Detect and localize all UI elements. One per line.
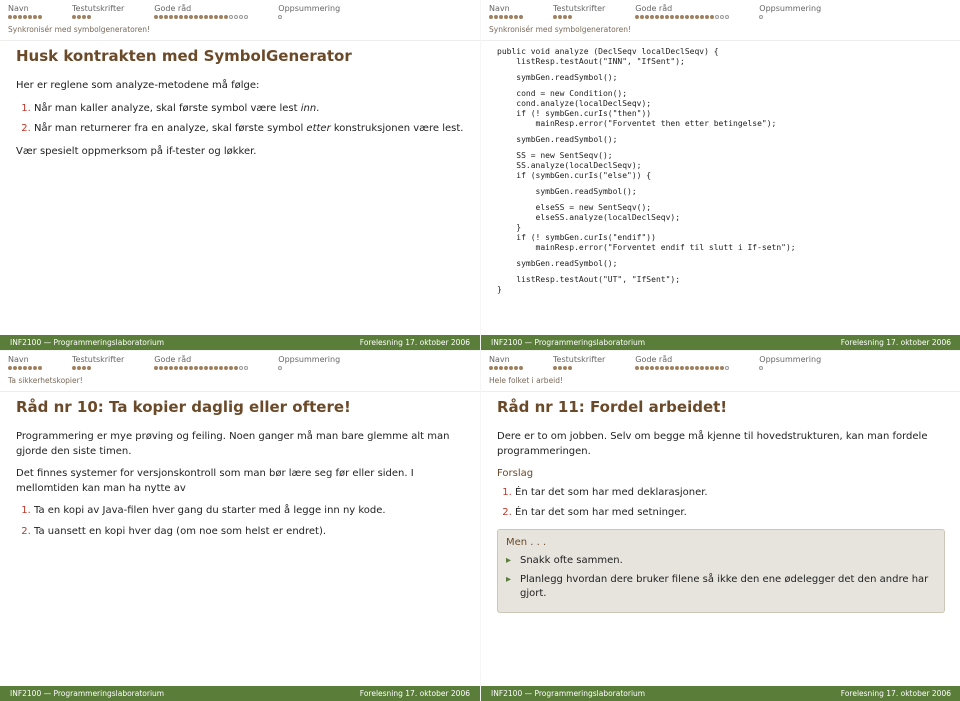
nav-item: Navn [8,4,42,21]
nav-item: Testutskrifter [72,4,124,21]
nav-label: Testutskrifter [72,355,124,364]
slide-footer: INF2100 — Programmeringslaboratorium For… [481,335,960,350]
nav-label: Navn [8,4,42,13]
breadcrumb: Synkronisér med symbolgeneratoren! [481,21,960,41]
highlight-box: Men . . . Snakk ofte sammen. Planlegg hv… [497,529,945,613]
code-block: SS = new SentSeqv(); SS.analyze(localDec… [497,151,945,181]
nav-label: Gode råd [635,355,729,364]
code-block: elseSS = new SentSeqv(); elseSS.analyze(… [497,203,945,253]
list-item: Én tar det som har med setninger. [515,506,945,521]
nav-item: Gode råd [154,355,248,372]
nav-item: Testutskrifter [72,355,124,372]
bullet-item: Planlegg hvordan dere bruker filene så i… [506,573,936,602]
subheading: Forslag [497,467,945,482]
slide-title: Råd nr 11: Fordel arbeidet! [497,398,945,416]
nav-bar: Navn Testutskrifter Gode råd Oppsummerin… [0,0,480,21]
paragraph: Det finnes systemer for versjonskontroll… [16,467,464,496]
nav-label: Gode råd [635,4,729,13]
breadcrumb: Ta sikkerhetskopier! [0,372,480,392]
nav-item: Navn [489,355,523,372]
paragraph: Dere er to om jobben. Selv om begge må k… [497,430,945,459]
nav-label: Navn [489,355,523,364]
nav-label: Oppsummering [278,4,340,13]
code-highlight: symbGen.readSymbol(); [497,73,945,83]
nav-label: Oppsummering [759,355,821,364]
outro-text: Vær spesielt oppmerksom på if-tester og … [16,145,464,160]
footer-right: Forelesning 17. oktober 2006 [360,338,470,347]
nav-label: Testutskrifter [553,355,605,364]
list-item: Ta en kopi av Java-filen hver gang du st… [34,504,464,519]
nav-bar: Navn Testutskrifter Gode råd Oppsummerin… [481,0,960,21]
slide-title: Husk kontrakten med SymbolGenerator [16,47,464,65]
nav-label: Gode råd [154,4,248,13]
nav-item: Gode råd [154,4,248,21]
nav-item: Oppsummering [759,4,821,21]
list-item: Én tar det som har med deklarasjoner. [515,486,945,501]
nav-label: Navn [8,355,42,364]
slide-title: Råd nr 10: Ta kopier daglig eller oftere… [16,398,464,416]
nav-label: Oppsummering [759,4,821,13]
code-block: listResp.testAout("UT", "IfSent"); } [497,275,945,295]
footer-right: Forelesning 17. oktober 2006 [360,689,470,698]
footer-left: INF2100 — Programmeringslaboratorium [10,338,164,347]
footer-left: INF2100 — Programmeringslaboratorium [491,689,645,698]
nav-bar: Navn Testutskrifter Gode råd Oppsummerin… [0,351,480,372]
nav-item: Oppsummering [759,355,821,372]
nav-item: Testutskrifter [553,355,605,372]
slide-4: Navn Testutskrifter Gode råd Oppsummerin… [481,351,960,701]
list-item: Ta uansett en kopi hver dag (om noe som … [34,525,464,540]
code-block: cond = new Condition(); cond.analyze(loc… [497,89,945,129]
nav-item: Testutskrifter [553,4,605,21]
footer-right: Forelesning 17. oktober 2006 [841,689,951,698]
nav-label: Navn [489,4,523,13]
slide-1: Navn Testutskrifter Gode råd Oppsummerin… [0,0,480,350]
nav-item: Navn [8,355,42,372]
intro-text: Her er reglene som analyze-metodene må f… [16,79,464,94]
nav-label: Gode råd [154,355,248,364]
footer-right: Forelesning 17. oktober 2006 [841,338,951,347]
nav-label: Testutskrifter [72,4,124,13]
code-highlight: symbGen.readSymbol(); [497,259,945,269]
nav-item: Gode råd [635,4,729,21]
nav-item: Oppsummering [278,355,340,372]
slide-footer: INF2100 — Programmeringslaboratorium For… [0,335,480,350]
box-title: Men . . . [506,536,936,551]
nav-label: Oppsummering [278,355,340,364]
code-highlight: symbGen.readSymbol(); [497,187,945,197]
nav-item: Oppsummering [278,4,340,21]
slide-footer: INF2100 — Programmeringslaboratorium For… [0,686,480,701]
breadcrumb: Synkronisér med symbolgeneratoren! [0,21,480,41]
nav-label: Testutskrifter [553,4,605,13]
code-highlight: symbGen.readSymbol(); [497,135,945,145]
list-item: Når man kaller analyze, skal første symb… [34,102,464,117]
nav-item: Navn [489,4,523,21]
slide-footer: INF2100 — Programmeringslaboratorium For… [481,686,960,701]
slide-3: Navn Testutskrifter Gode råd Oppsummerin… [0,351,480,701]
nav-item: Gode råd [635,355,729,372]
breadcrumb: Hele folket i arbeid! [481,372,960,392]
code-block: public void analyze (DeclSeqv localDeclS… [497,47,945,67]
nav-bar: Navn Testutskrifter Gode råd Oppsummerin… [481,351,960,372]
slide-2: Navn Testutskrifter Gode råd Oppsummerin… [481,0,960,350]
list-item: Når man returnerer fra en analyze, skal … [34,122,464,137]
footer-left: INF2100 — Programmeringslaboratorium [491,338,645,347]
footer-left: INF2100 — Programmeringslaboratorium [10,689,164,698]
paragraph: Programmering er mye prøving og feiling.… [16,430,464,459]
bullet-item: Snakk ofte sammen. [506,554,936,569]
